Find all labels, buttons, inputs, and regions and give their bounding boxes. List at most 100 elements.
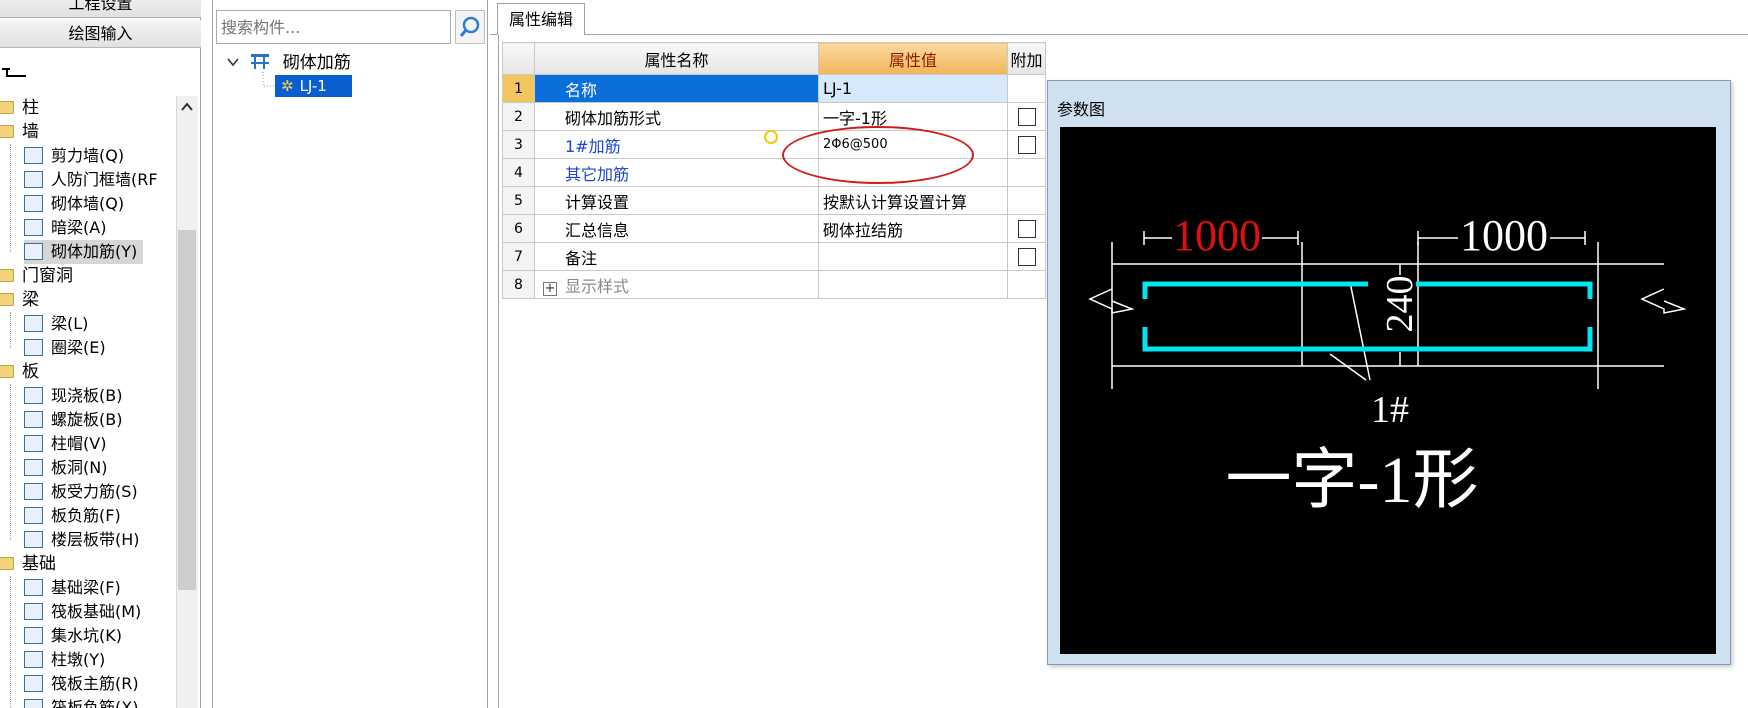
tree-item-label: 板受力筋(S) bbox=[51, 482, 138, 501]
tree-item-1-1[interactable]: 人防门框墙(RF bbox=[24, 168, 158, 192]
tree-child-node[interactable]: ✲ LJ-1 bbox=[275, 75, 352, 97]
tree-item-4-6[interactable]: 楼层板带(H) bbox=[24, 528, 140, 552]
shape-name-label: 一字-1形 bbox=[1226, 444, 1479, 517]
tree-item-5-5[interactable]: 筏板负筋(X) bbox=[24, 696, 138, 708]
category-label: 梁 bbox=[22, 290, 39, 310]
extra-cell bbox=[1007, 214, 1046, 243]
component-type-icon bbox=[24, 243, 43, 260]
tree-item-4-3[interactable]: 板洞(N) bbox=[24, 456, 107, 480]
property-name-cell[interactable]: + 显示样式 bbox=[534, 270, 819, 299]
expand-plus-icon[interactable]: + bbox=[543, 281, 557, 296]
category-1[interactable]: 墙 bbox=[0, 120, 39, 144]
left-tree-scrollbar-thumb[interactable] bbox=[178, 230, 196, 590]
row-number: 8 bbox=[502, 270, 535, 299]
component-type-icon bbox=[24, 195, 43, 212]
tree-item-label: 人防门框墙(RF bbox=[51, 170, 158, 189]
tree-item-4-0[interactable]: 现浇板(B) bbox=[24, 384, 122, 408]
component-type-icon bbox=[24, 411, 43, 428]
property-name-cell[interactable]: 砌体加筋形式 bbox=[534, 102, 819, 131]
component-type-icon bbox=[24, 147, 43, 164]
tree-item-label: 砌体加筋(Y) bbox=[51, 242, 138, 261]
param-diagram-canvas: 1000 1000 240 1# 一字-1形 bbox=[1060, 127, 1716, 654]
collapse-all-icon[interactable] bbox=[2, 66, 28, 80]
property-value-cell[interactable] bbox=[818, 242, 1008, 271]
tree-item-1-3[interactable]: 暗梁(A) bbox=[24, 216, 106, 240]
property-value-cell[interactable] bbox=[818, 270, 1008, 299]
property-name-cell[interactable]: 计算设置 bbox=[534, 186, 819, 215]
property-row[interactable]: 7 备注 bbox=[502, 242, 1046, 271]
extra-checkbox[interactable] bbox=[1017, 136, 1036, 155]
category-label: 柱 bbox=[22, 98, 39, 118]
chevron-down-icon[interactable] bbox=[226, 55, 240, 69]
tree-item-label: 楼层板带(H) bbox=[51, 530, 140, 549]
tree-item-3-0[interactable]: 梁(L) bbox=[24, 312, 88, 336]
property-name-text: 计算设置 bbox=[565, 192, 630, 212]
property-row[interactable]: 6 汇总信息 砌体拉结筋 bbox=[502, 214, 1046, 243]
project-settings-button[interactable]: 工程设置 bbox=[0, 0, 201, 18]
property-value-cell[interactable]: LJ-1 bbox=[818, 74, 1008, 103]
category-label: 门窗洞 bbox=[22, 266, 73, 286]
extra-checkbox[interactable] bbox=[1017, 220, 1036, 239]
tree-item-4-1[interactable]: 螺旋板(B) bbox=[24, 408, 122, 432]
component-type-icon bbox=[24, 531, 43, 548]
property-value-header[interactable]: 属性值 bbox=[818, 42, 1008, 75]
component-type-icon bbox=[24, 339, 43, 356]
property-row[interactable]: 5 计算设置 按默认计算设置计算 bbox=[502, 186, 1046, 215]
tree-item-4-5[interactable]: 板负筋(F) bbox=[24, 504, 121, 528]
tree-item-4-4[interactable]: 板受力筋(S) bbox=[24, 480, 138, 504]
masonry-rebar-icon bbox=[251, 54, 270, 69]
category-label: 墙 bbox=[22, 122, 39, 142]
component-type-icon bbox=[24, 315, 43, 332]
category-5[interactable]: 基础 bbox=[0, 552, 56, 576]
property-value-cell[interactable]: 按默认计算设置计算 bbox=[818, 186, 1008, 215]
row-number: 2 bbox=[502, 102, 535, 131]
tree-item-5-4[interactable]: 筏板主筋(R) bbox=[24, 672, 139, 696]
category-4[interactable]: 板 bbox=[0, 360, 39, 384]
property-value-cell[interactable]: 一字-1形 bbox=[818, 102, 1008, 131]
tree-connector bbox=[262, 72, 275, 87]
tree-item-5-3[interactable]: 柱墩(Y) bbox=[24, 648, 105, 672]
drawing-input-button[interactable]: 绘图输入 bbox=[0, 20, 201, 48]
search-button[interactable] bbox=[455, 10, 485, 44]
tree-item-label: 砌体墙(Q) bbox=[51, 194, 125, 213]
search-input[interactable] bbox=[216, 10, 451, 44]
tree-item-label: 现浇板(B) bbox=[51, 386, 123, 405]
property-name-cell[interactable]: 汇总信息 bbox=[534, 214, 819, 243]
property-row[interactable]: 2 砌体加筋形式 一字-1形 bbox=[502, 102, 1046, 131]
property-name-cell[interactable]: 备注 bbox=[534, 242, 819, 271]
property-row[interactable]: 1 名称 LJ-1 bbox=[502, 74, 1046, 103]
tree-root-node[interactable]: 砌体加筋 bbox=[226, 50, 351, 76]
extra-checkbox[interactable] bbox=[1017, 108, 1036, 127]
component-type-icon bbox=[24, 675, 43, 692]
extra-cell bbox=[1007, 74, 1046, 103]
scroll-up-icon[interactable] bbox=[180, 100, 194, 114]
folder-icon bbox=[0, 557, 14, 570]
folder-icon bbox=[0, 365, 14, 378]
param-diagram-title: 参数图 bbox=[1057, 100, 1106, 119]
extra-checkbox[interactable] bbox=[1017, 248, 1036, 267]
property-row[interactable]: 8 + 显示样式 bbox=[502, 270, 1046, 299]
tree-item-1-0[interactable]: 剪力墙(Q) bbox=[24, 144, 124, 168]
tree-item-5-2[interactable]: 集水坑(K) bbox=[24, 624, 122, 648]
category-3[interactable]: 梁 bbox=[0, 288, 39, 312]
tree-item-1-4[interactable]: 砌体加筋(Y) bbox=[24, 240, 144, 264]
property-name-text: 备注 bbox=[565, 248, 598, 268]
row-number: 6 bbox=[502, 214, 535, 243]
property-name-cell[interactable]: 名称 bbox=[534, 74, 819, 103]
tree-item-3-1[interactable]: 圈梁(E) bbox=[24, 336, 106, 360]
folder-icon bbox=[0, 293, 14, 306]
tree-item-4-2[interactable]: 柱帽(V) bbox=[24, 432, 106, 456]
property-name-header[interactable]: 属性名称 bbox=[534, 42, 819, 75]
property-name-cell[interactable]: 其它加筋 bbox=[534, 158, 819, 187]
bar-number-label: 1# bbox=[1371, 389, 1409, 431]
row-number: 3 bbox=[502, 130, 535, 159]
tree-item-5-1[interactable]: 筏板基础(M) bbox=[24, 600, 141, 624]
property-value-cell[interactable]: 砌体拉结筋 bbox=[818, 214, 1008, 243]
property-name-text: 其它加筋 bbox=[565, 164, 630, 184]
tree-item-5-0[interactable]: 基础梁(F) bbox=[24, 576, 121, 600]
tree-item-1-2[interactable]: 砌体墙(Q) bbox=[24, 192, 124, 216]
category-0[interactable]: 柱 bbox=[0, 96, 39, 120]
category-2[interactable]: 门窗洞 bbox=[0, 264, 73, 288]
tab-property-editor[interactable]: 属性编辑 bbox=[497, 3, 585, 35]
extra-header[interactable]: 附加 bbox=[1007, 42, 1046, 75]
